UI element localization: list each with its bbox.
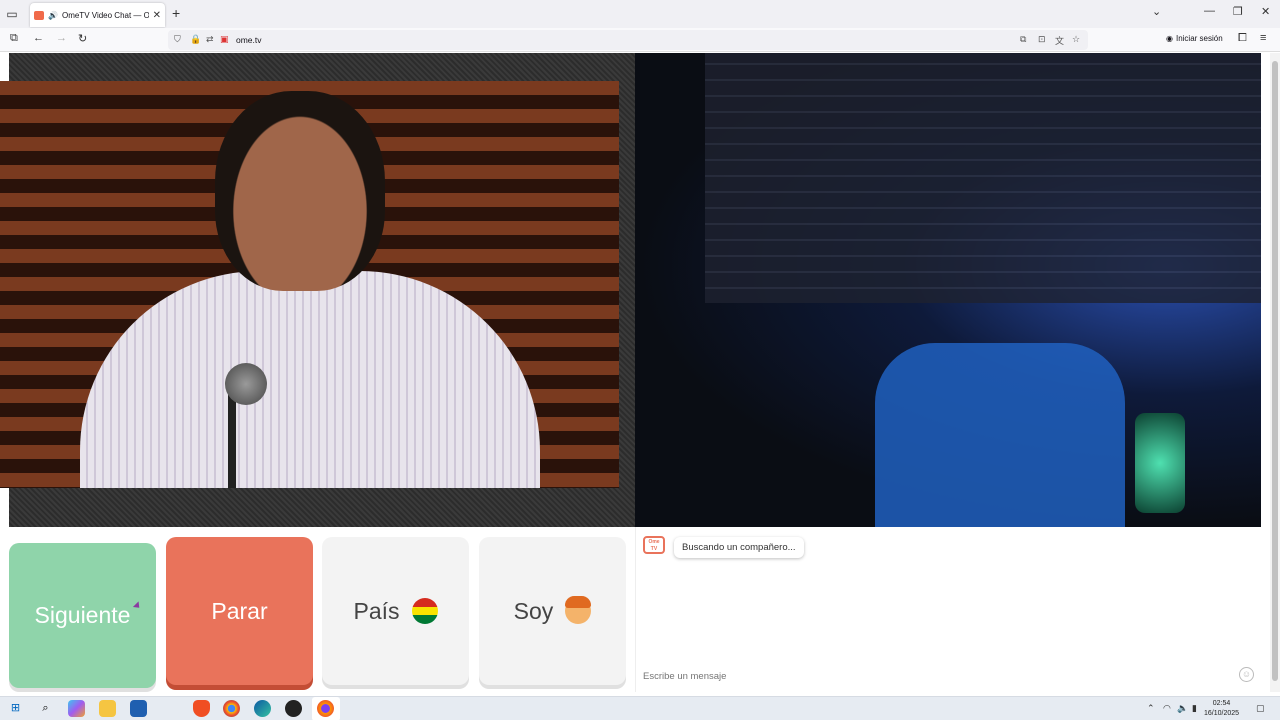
network-icon[interactable]: ◠	[1163, 703, 1171, 714]
restore-button[interactable]: ❐	[1233, 5, 1243, 18]
stop-button[interactable]: Parar	[166, 537, 313, 685]
windows-start-icon[interactable]: ⊞	[7, 700, 24, 717]
partner-video	[0, 53, 635, 527]
partner-video-image	[0, 81, 619, 488]
extensions-icon[interactable]: ⧠	[1238, 32, 1247, 45]
next-label: Siguiente	[34, 602, 131, 628]
reload-icon[interactable]: ↻	[78, 32, 87, 45]
tab-title: OmeTV Video Chat — Ome	[61, 10, 149, 20]
ometv-favicon-icon	[34, 10, 44, 20]
message-input[interactable]	[636, 664, 1262, 688]
page-scrollbar[interactable]	[1270, 53, 1280, 692]
windows-taskbar: ⊞ ⌕ ⌃ ◠ 🔈 ▮ 02:54 16/10/2025 ▢	[0, 696, 1280, 721]
camera-sharing-icon[interactable]: ▣	[220, 34, 229, 45]
gender-label: Soy	[513, 597, 554, 624]
stop-label: Parar	[211, 597, 268, 624]
store-icon[interactable]	[130, 700, 147, 717]
smiley-icon[interactable]: ☺	[1239, 667, 1254, 682]
account-icon: ◉	[1166, 34, 1173, 43]
country-button[interactable]: País	[322, 537, 469, 685]
new-tab-button[interactable]: +	[172, 5, 180, 21]
person-shirt	[80, 271, 540, 488]
edge-icon[interactable]	[254, 700, 271, 717]
sidebar-icon[interactable]: ⧉	[10, 32, 18, 45]
status-message: Buscando un compañero...	[674, 537, 804, 558]
tab-list-icon[interactable]: ▭	[4, 6, 20, 22]
tab-close-icon[interactable]: ✕	[153, 10, 161, 21]
url-bar[interactable]: ⛉ 🔒 ⇄ ▣ ome.tv ⧉ ⊡ 文 ☆	[168, 30, 1088, 50]
system-clock[interactable]: 02:54 16/10/2025	[1204, 699, 1239, 719]
brave-icon[interactable]	[193, 700, 210, 717]
stone-wall	[705, 53, 1261, 303]
ometv-logo-icon: Ome TV	[643, 536, 665, 554]
translate-icon[interactable]: 文	[1055, 34, 1064, 47]
person-shirt	[875, 343, 1125, 527]
notifications-icon[interactable]: ▢	[1256, 703, 1265, 714]
obs-icon[interactable]	[285, 700, 302, 717]
ometv-page: Siguiente Parar País Soy Ome TV Buscando…	[0, 53, 1270, 692]
back-icon[interactable]: ←	[33, 32, 44, 44]
search-icon[interactable]: ⌕	[37, 700, 54, 717]
clock-time: 02:54	[1212, 700, 1231, 707]
picture-in-picture-icon[interactable]: ⧉	[1020, 34, 1026, 45]
battery-icon[interactable]: ▮	[1192, 703, 1197, 714]
chat-panel: Ome TV Buscando un compañero... ☺	[635, 527, 1262, 692]
minimize-button[interactable]: —	[1204, 5, 1215, 17]
clock-date: 16/10/2025	[1204, 710, 1240, 717]
boy-icon	[565, 596, 592, 624]
volume-icon[interactable]: 🔈	[1177, 703, 1188, 714]
menu-icon[interactable]: ≡	[1260, 32, 1266, 44]
self-video	[635, 53, 1261, 527]
gender-button[interactable]: Soy	[479, 537, 626, 685]
lock-icon[interactable]: 🔒	[190, 34, 201, 45]
bolivia-flag-icon	[411, 598, 438, 624]
url-text[interactable]: ome.tv	[236, 35, 262, 45]
next-button[interactable]: Siguiente	[9, 543, 156, 688]
screenshot-icon[interactable]: ⊡	[1038, 34, 1046, 45]
country-label: País	[353, 597, 400, 624]
list-all-tabs-icon[interactable]: ⌄	[1152, 5, 1161, 18]
microphone	[225, 363, 267, 405]
person-head	[215, 91, 385, 291]
firefox-icon[interactable]	[317, 700, 334, 717]
sign-in-button[interactable]: ◉ Iniciar sesión	[1166, 34, 1223, 43]
close-window-button[interactable]: ✕	[1261, 5, 1270, 18]
speaker-icon[interactable]: 🔊	[48, 11, 58, 20]
browser-tab-active[interactable]: 🔊 OmeTV Video Chat — Ome ✕	[30, 3, 165, 27]
chrome-icon[interactable]	[223, 700, 240, 717]
show-hidden-icons-icon[interactable]: ⌃	[1147, 703, 1155, 714]
permissions-icon[interactable]: ⇄	[206, 34, 214, 45]
bookmark-star-icon[interactable]: ☆	[1072, 34, 1080, 45]
shield-icon[interactable]: ⛉	[174, 34, 181, 45]
sign-in-label: Iniciar sesión	[1175, 34, 1223, 43]
tab-bar: ▭ 🔊 OmeTV Video Chat — Ome ✕ + ⌄ — ❐ ✕	[0, 0, 1280, 28]
copilot-icon[interactable]	[68, 700, 85, 717]
forward-icon[interactable]: →	[56, 32, 67, 44]
scrollbar-thumb[interactable]	[1272, 61, 1278, 681]
file-explorer-icon[interactable]	[99, 700, 116, 717]
navigation-bar: ⧉ ← → ↻ ⛉ 🔒 ⇄ ▣ ome.tv ⧉ ⊡ 文 ☆ ◉ Iniciar…	[0, 28, 1280, 52]
green-lamp	[1135, 413, 1185, 513]
